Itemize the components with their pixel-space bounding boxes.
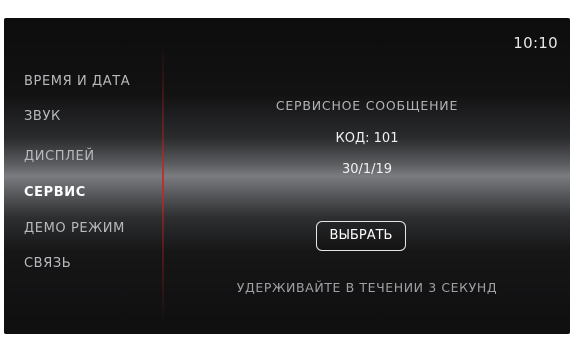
- hold-hint: УДЕРЖИВАЙТЕ В ТЕЧЕНИИ 3 СЕКУНД: [236, 280, 498, 295]
- service-message-panel: СЕРВИСНОЕ СООБЩЕНИЕ КОД: 101 30/1/19 ВЫБ…: [164, 18, 570, 334]
- settings-screen: 10:10 ВРЕМЯ И ДАТА ЗВУК ДИСПЛЕЙ СЕРВИС Д…: [4, 18, 570, 334]
- sidebar-item-demo-mode[interactable]: ДЕМО РЕЖИМ: [24, 221, 125, 236]
- sidebar-item-connection[interactable]: СВЯЗЬ: [24, 256, 71, 271]
- sidebar-item-display[interactable]: ДИСПЛЕЙ: [24, 149, 95, 164]
- select-button[interactable]: ВЫБРАТЬ: [316, 221, 406, 251]
- service-code: КОД: 101: [335, 131, 399, 146]
- service-date: 30/1/19: [341, 162, 393, 177]
- sidebar-item-time-date[interactable]: ВРЕМЯ И ДАТА: [24, 74, 130, 89]
- service-message-title: СЕРВИСНОЕ СООБЩЕНИЕ: [275, 98, 459, 113]
- sidebar-item-service[interactable]: СЕРВИС: [24, 185, 86, 200]
- sidebar-item-sound[interactable]: ЗВУК: [24, 109, 61, 124]
